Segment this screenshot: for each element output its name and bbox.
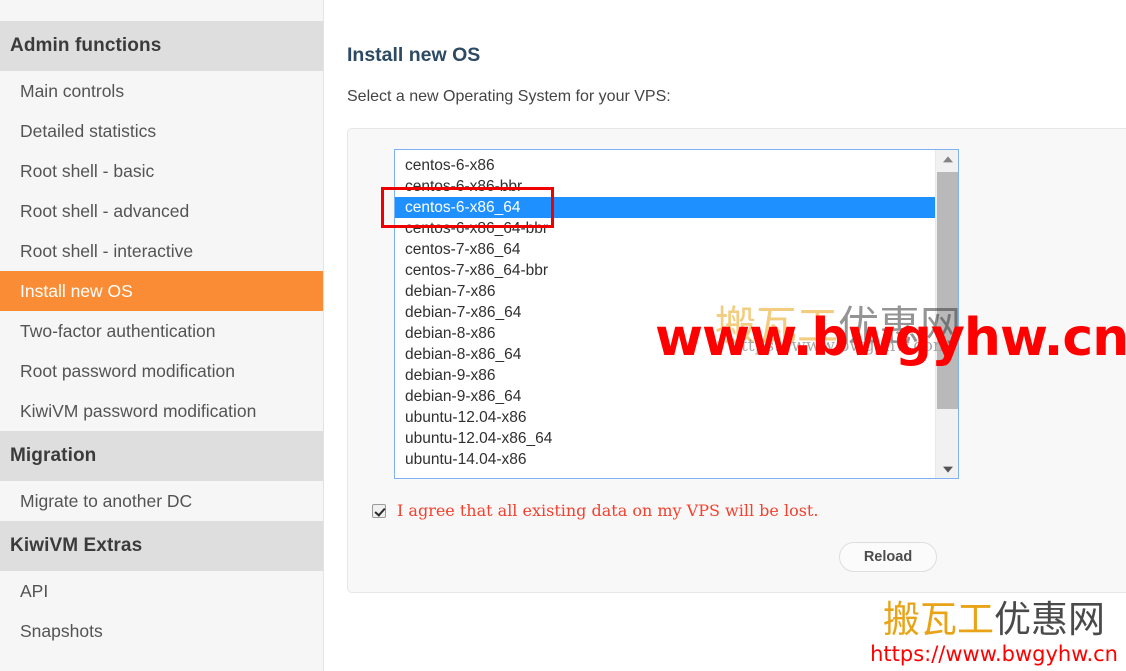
agree-row: I agree that all existing data on my VPS… (372, 501, 818, 520)
sidebar-item-detailed-statistics[interactable]: Detailed statistics (0, 111, 323, 151)
sidebar-item-main-controls[interactable]: Main controls (0, 71, 323, 111)
os-option[interactable]: centos-6-x86-bbr (395, 176, 935, 197)
sidebar-section-header: KiwiVM Extras (0, 521, 323, 571)
agree-checkbox[interactable] (372, 503, 386, 518)
os-option[interactable]: centos-6-x86 (395, 155, 935, 176)
os-option[interactable]: debian-9-x86_64 (395, 386, 935, 407)
os-option-list: centos-6-x86 centos-6-x86-bbr centos-6-x86… (395, 155, 935, 470)
os-option[interactable]: centos-6-x86_64-bbr (395, 218, 935, 239)
os-option[interactable]: ubuntu-12.04-x86_64 (395, 428, 935, 449)
sidebar: Admin functions Main controls Detailed sta… (0, 0, 324, 671)
sidebar-section-header: Admin functions (0, 21, 323, 71)
os-option[interactable]: centos-7-x86_64-bbr (395, 260, 935, 281)
scroll-down-button[interactable] (936, 459, 958, 478)
os-option[interactable]: ubuntu-12.04-x86 (395, 407, 935, 428)
os-option[interactable]: debian-8-x86_64 (395, 344, 935, 365)
sidebar-item-root-password-modification[interactable]: Root password modification (0, 351, 323, 391)
sidebar-item-root-shell-interactive[interactable]: Root shell - interactive (0, 231, 323, 271)
intro-text: Select a new Operating System for your V… (347, 88, 671, 105)
sidebar-item-root-shell-advanced[interactable]: Root shell - advanced (0, 191, 323, 231)
sidebar-item-root-shell-basic[interactable]: Root shell - basic (0, 151, 323, 191)
os-option[interactable]: centos-6-x86_64 (395, 197, 935, 218)
os-option[interactable]: debian-9-x86 (395, 365, 935, 386)
page-title: Install new OS (347, 44, 481, 66)
sidebar-sections: Admin functions Main controls Detailed sta… (0, 21, 323, 651)
os-listbox[interactable]: centos-6-x86 centos-6-x86-bbr centos-6-x86… (394, 149, 959, 479)
os-option[interactable]: debian-7-x86 (395, 281, 935, 302)
listbox-scrollbar[interactable] (935, 150, 958, 478)
scroll-up-button[interactable] (936, 150, 958, 169)
scrollbar-thumb[interactable] (937, 172, 958, 409)
os-option[interactable]: debian-7-x86_64 (395, 302, 935, 323)
reload-button[interactable]: Reload (839, 542, 937, 572)
sidebar-item-install-new-os[interactable]: Install new OS (0, 271, 323, 311)
sidebar-item-migrate-to-another-dc[interactable]: Migrate to another DC (0, 481, 323, 521)
chevron-down-icon (942, 466, 953, 473)
os-selection-panel: centos-6-x86 centos-6-x86-bbr centos-6-x86… (347, 128, 1126, 593)
sidebar-item-two-factor-authentication[interactable]: Two-factor authentication (0, 311, 323, 351)
agree-label: I agree that all existing data on my VPS… (397, 501, 819, 520)
chevron-up-icon (942, 155, 953, 162)
os-option[interactable]: centos-7-x86_64 (395, 239, 935, 260)
sidebar-item-api[interactable]: API (0, 571, 323, 611)
sidebar-item-snapshots[interactable]: Snapshots (0, 611, 323, 651)
sidebar-section-header: Migration (0, 431, 323, 481)
kiwivm-install-os-page: Admin functions Main controls Detailed sta… (0, 0, 1126, 671)
sidebar-top-spacer (0, 0, 323, 21)
os-option[interactable]: ubuntu-14.04-x86 (395, 449, 935, 470)
os-option[interactable]: debian-8-x86 (395, 323, 935, 344)
sidebar-item-kiwivm-password-modification[interactable]: KiwiVM password modification (0, 391, 323, 431)
main-content: Install new OS Select a new Operating Sy… (325, 0, 1126, 671)
